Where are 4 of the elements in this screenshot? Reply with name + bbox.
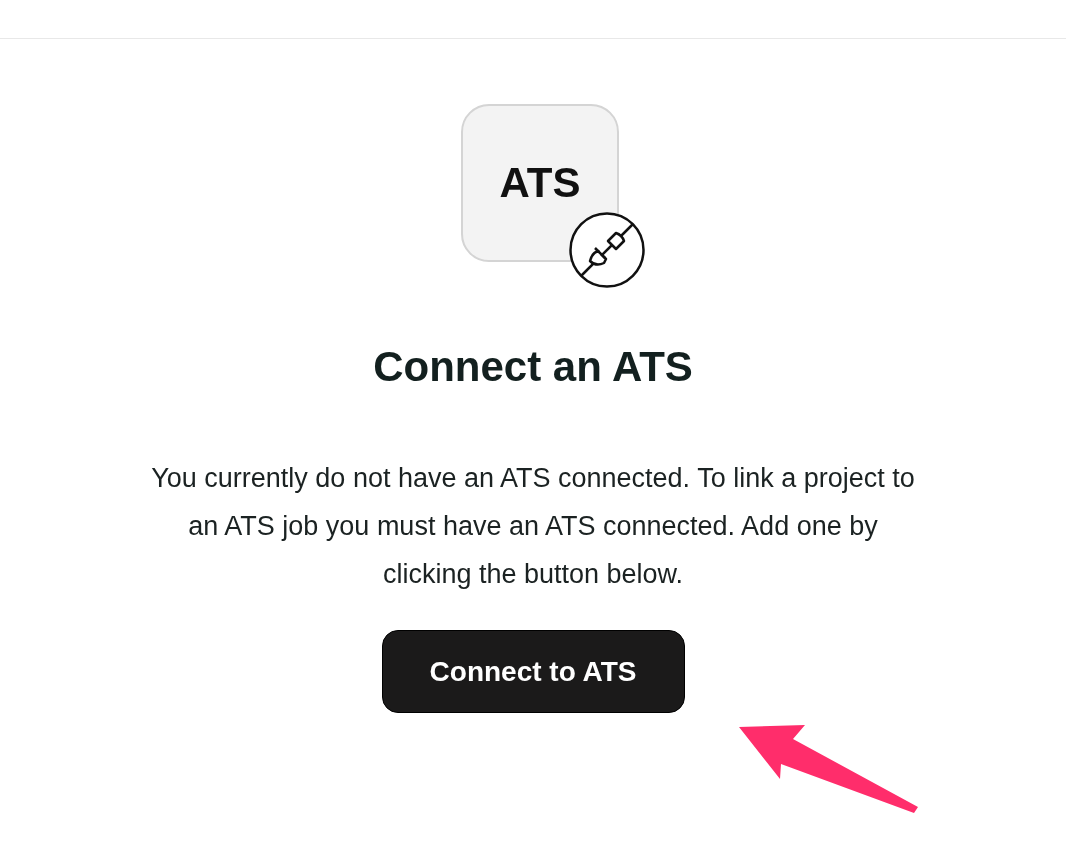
heading: Connect an ATS	[373, 342, 693, 392]
logo-label: ATS	[499, 159, 581, 207]
connect-button[interactable]: Connect to ATS	[381, 630, 685, 713]
message-text: You currently do not have an ATS connected. To link a project to an ATS job you must have an ATS connected. Add one by clicking the button below.	[150, 462, 916, 591]
